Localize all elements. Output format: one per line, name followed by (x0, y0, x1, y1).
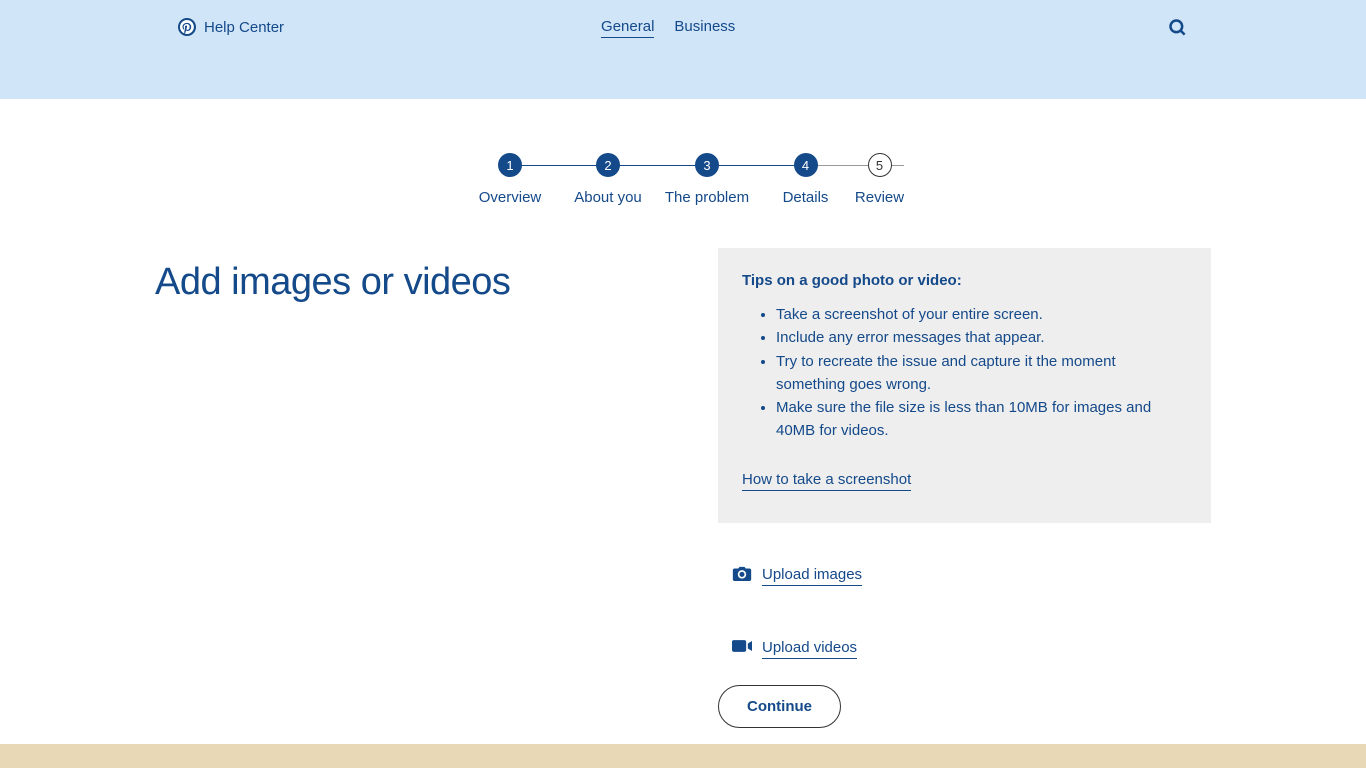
main-content: Add images or videos Tips on a good phot… (0, 261, 1366, 728)
tip-item: Make sure the file size is less than 10M… (776, 396, 1187, 443)
step-overview: 1 Overview (462, 153, 559, 206)
step-label-3: The problem (665, 189, 749, 206)
step-the-problem: 3 The problem (658, 153, 757, 206)
step-about-you: 2 About you (559, 153, 658, 206)
upload-videos-row[interactable]: Upload videos (732, 639, 1211, 659)
upload-videos-link[interactable]: Upload videos (762, 639, 857, 659)
header: Help Center General Business (0, 0, 1366, 99)
upload-images-link[interactable]: Upload images (762, 566, 862, 586)
tips-title: Tips on a good photo or video: (742, 272, 1187, 289)
search-icon (1168, 18, 1188, 38)
page-title: Add images or videos (155, 261, 688, 304)
upload-images-row[interactable]: Upload images (732, 565, 1211, 587)
tips-box: Tips on a good photo or video: Take a sc… (718, 248, 1211, 523)
tips-list: Take a screenshot of your entire screen.… (742, 303, 1187, 443)
tip-item: Try to recreate the issue and capture it… (776, 350, 1187, 397)
tip-item: Take a screenshot of your entire screen. (776, 303, 1187, 326)
video-icon (732, 639, 752, 658)
step-circle-4: 4 (794, 153, 818, 177)
nav-general[interactable]: General (601, 18, 654, 38)
nav-business[interactable]: Business (674, 18, 735, 38)
header-brand[interactable]: Help Center (178, 18, 284, 36)
progress-stepper: 1 Overview 2 About you 3 The problem 4 D… (0, 153, 1366, 206)
step-circle-5: 5 (868, 153, 892, 177)
header-nav: General Business (601, 18, 735, 38)
pinterest-logo-icon (178, 18, 196, 36)
step-circle-3: 3 (695, 153, 719, 177)
step-label-4: Details (783, 189, 829, 206)
step-circle-1: 1 (498, 153, 522, 177)
step-review: 5 Review (855, 153, 905, 206)
step-circle-2: 2 (596, 153, 620, 177)
footer-band (0, 744, 1366, 768)
step-label-2: About you (574, 189, 642, 206)
camera-icon (732, 565, 752, 587)
search-button[interactable] (1168, 18, 1188, 43)
continue-button[interactable]: Continue (718, 685, 841, 728)
screenshot-help-link[interactable]: How to take a screenshot (742, 471, 911, 491)
brand-label: Help Center (204, 19, 284, 36)
tip-item: Include any error messages that appear. (776, 326, 1187, 349)
step-details: 4 Details (757, 153, 855, 206)
right-column: Tips on a good photo or video: Take a sc… (718, 261, 1211, 728)
left-column: Add images or videos (155, 261, 688, 728)
step-label-1: Overview (479, 189, 542, 206)
step-label-5: Review (855, 189, 904, 206)
